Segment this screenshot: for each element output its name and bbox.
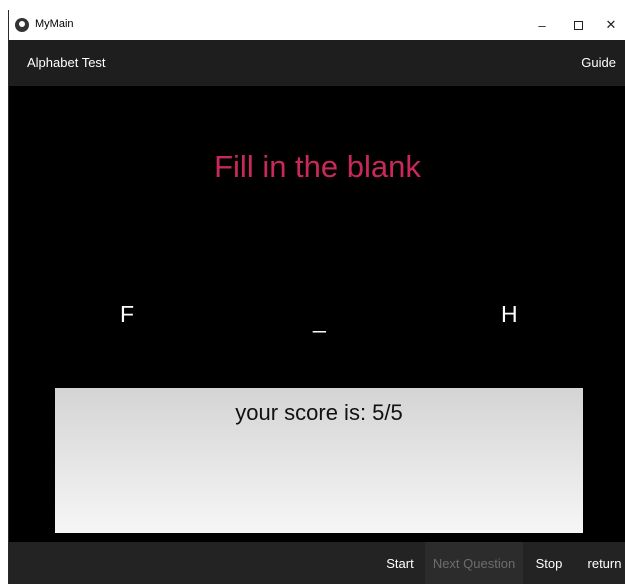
letter-right: H [501,301,518,327]
question-heading: Fill in the blank [214,149,421,184]
guide-button[interactable]: Guide [581,55,616,70]
title-bar: MyMain – ✕ [9,10,625,40]
app-window: MyMain – ✕ Alphabet Test Guide Fill in t… [8,10,625,584]
letter-left: F [120,301,135,327]
letter-blank: _ [313,307,326,333]
maximize-icon [573,20,583,30]
close-button[interactable]: ✕ [596,10,625,40]
minimize-button[interactable]: – [524,10,560,40]
score-panel: your score is: 5/5 [55,388,583,533]
app-logo-icon [15,18,29,32]
button-bar: Start Next Question Stop return [9,542,625,584]
stop-button[interactable]: Stop [529,542,569,584]
close-icon: ✕ [605,17,617,32]
maximize-button[interactable] [560,10,596,40]
score-text: your score is: 5/5 [235,400,403,425]
action-bar: Alphabet Test Guide [9,40,625,86]
start-button[interactable]: Start [379,542,421,584]
minimize-icon: – [538,17,546,33]
next-question-button[interactable]: Next Question [425,542,523,584]
return-button[interactable]: return [583,542,625,584]
app-title: Alphabet Test [27,55,106,70]
window-title: MyMain [35,18,74,30]
